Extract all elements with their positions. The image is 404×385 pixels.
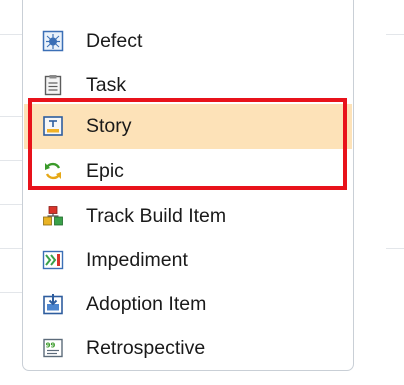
background-grid-line: [0, 116, 22, 117]
retrospective-icon: 99: [43, 338, 63, 358]
menu-item-task[interactable]: Task: [24, 63, 352, 107]
background-grid-line: [0, 248, 22, 249]
svg-text:99: 99: [46, 342, 56, 350]
background-grid-line: [0, 160, 22, 161]
menu-item-story[interactable]: Story: [24, 104, 352, 149]
menu-item-label: Story: [86, 115, 132, 137]
menu-item-epic[interactable]: Epic: [24, 149, 352, 193]
adoption-item-icon: [43, 294, 63, 315]
impediment-icon: [42, 250, 64, 270]
track-build-item-icon: [43, 206, 63, 226]
menu-item-label: Adoption Item: [86, 293, 207, 315]
menu-item-adoption-item[interactable]: Adoption Item: [24, 282, 352, 326]
menu-item-impediment[interactable]: Impediment: [24, 238, 352, 282]
background-grid-line: [0, 204, 22, 205]
background-grid-line: [0, 292, 22, 293]
screenshot-stage: Defect Task Story Epic Track Build Item …: [0, 0, 404, 385]
menu-item-label: Track Build Item: [86, 205, 227, 227]
background-grid-line: [386, 248, 404, 249]
menu-item-label: Defect: [86, 30, 143, 52]
menu-item-defect[interactable]: Defect: [24, 19, 352, 63]
menu-item-label: Epic: [86, 160, 124, 182]
menu-item-retrospective[interactable]: 99 Retrospective: [24, 326, 352, 370]
story-icon: [43, 116, 63, 136]
menu-item-track-build-item[interactable]: Track Build Item: [24, 194, 352, 238]
menu-item-label: Task: [86, 74, 127, 96]
menu-item-label: Retrospective: [86, 337, 206, 359]
epic-icon: [45, 162, 61, 180]
background-grid-line: [0, 34, 22, 35]
work-item-type-menu: Defect Task Story Epic Track Build Item …: [22, 0, 354, 371]
defect-icon: [42, 30, 64, 52]
menu-item-label: Impediment: [86, 249, 188, 271]
task-icon: [44, 75, 62, 96]
background-grid-line: [386, 34, 404, 35]
